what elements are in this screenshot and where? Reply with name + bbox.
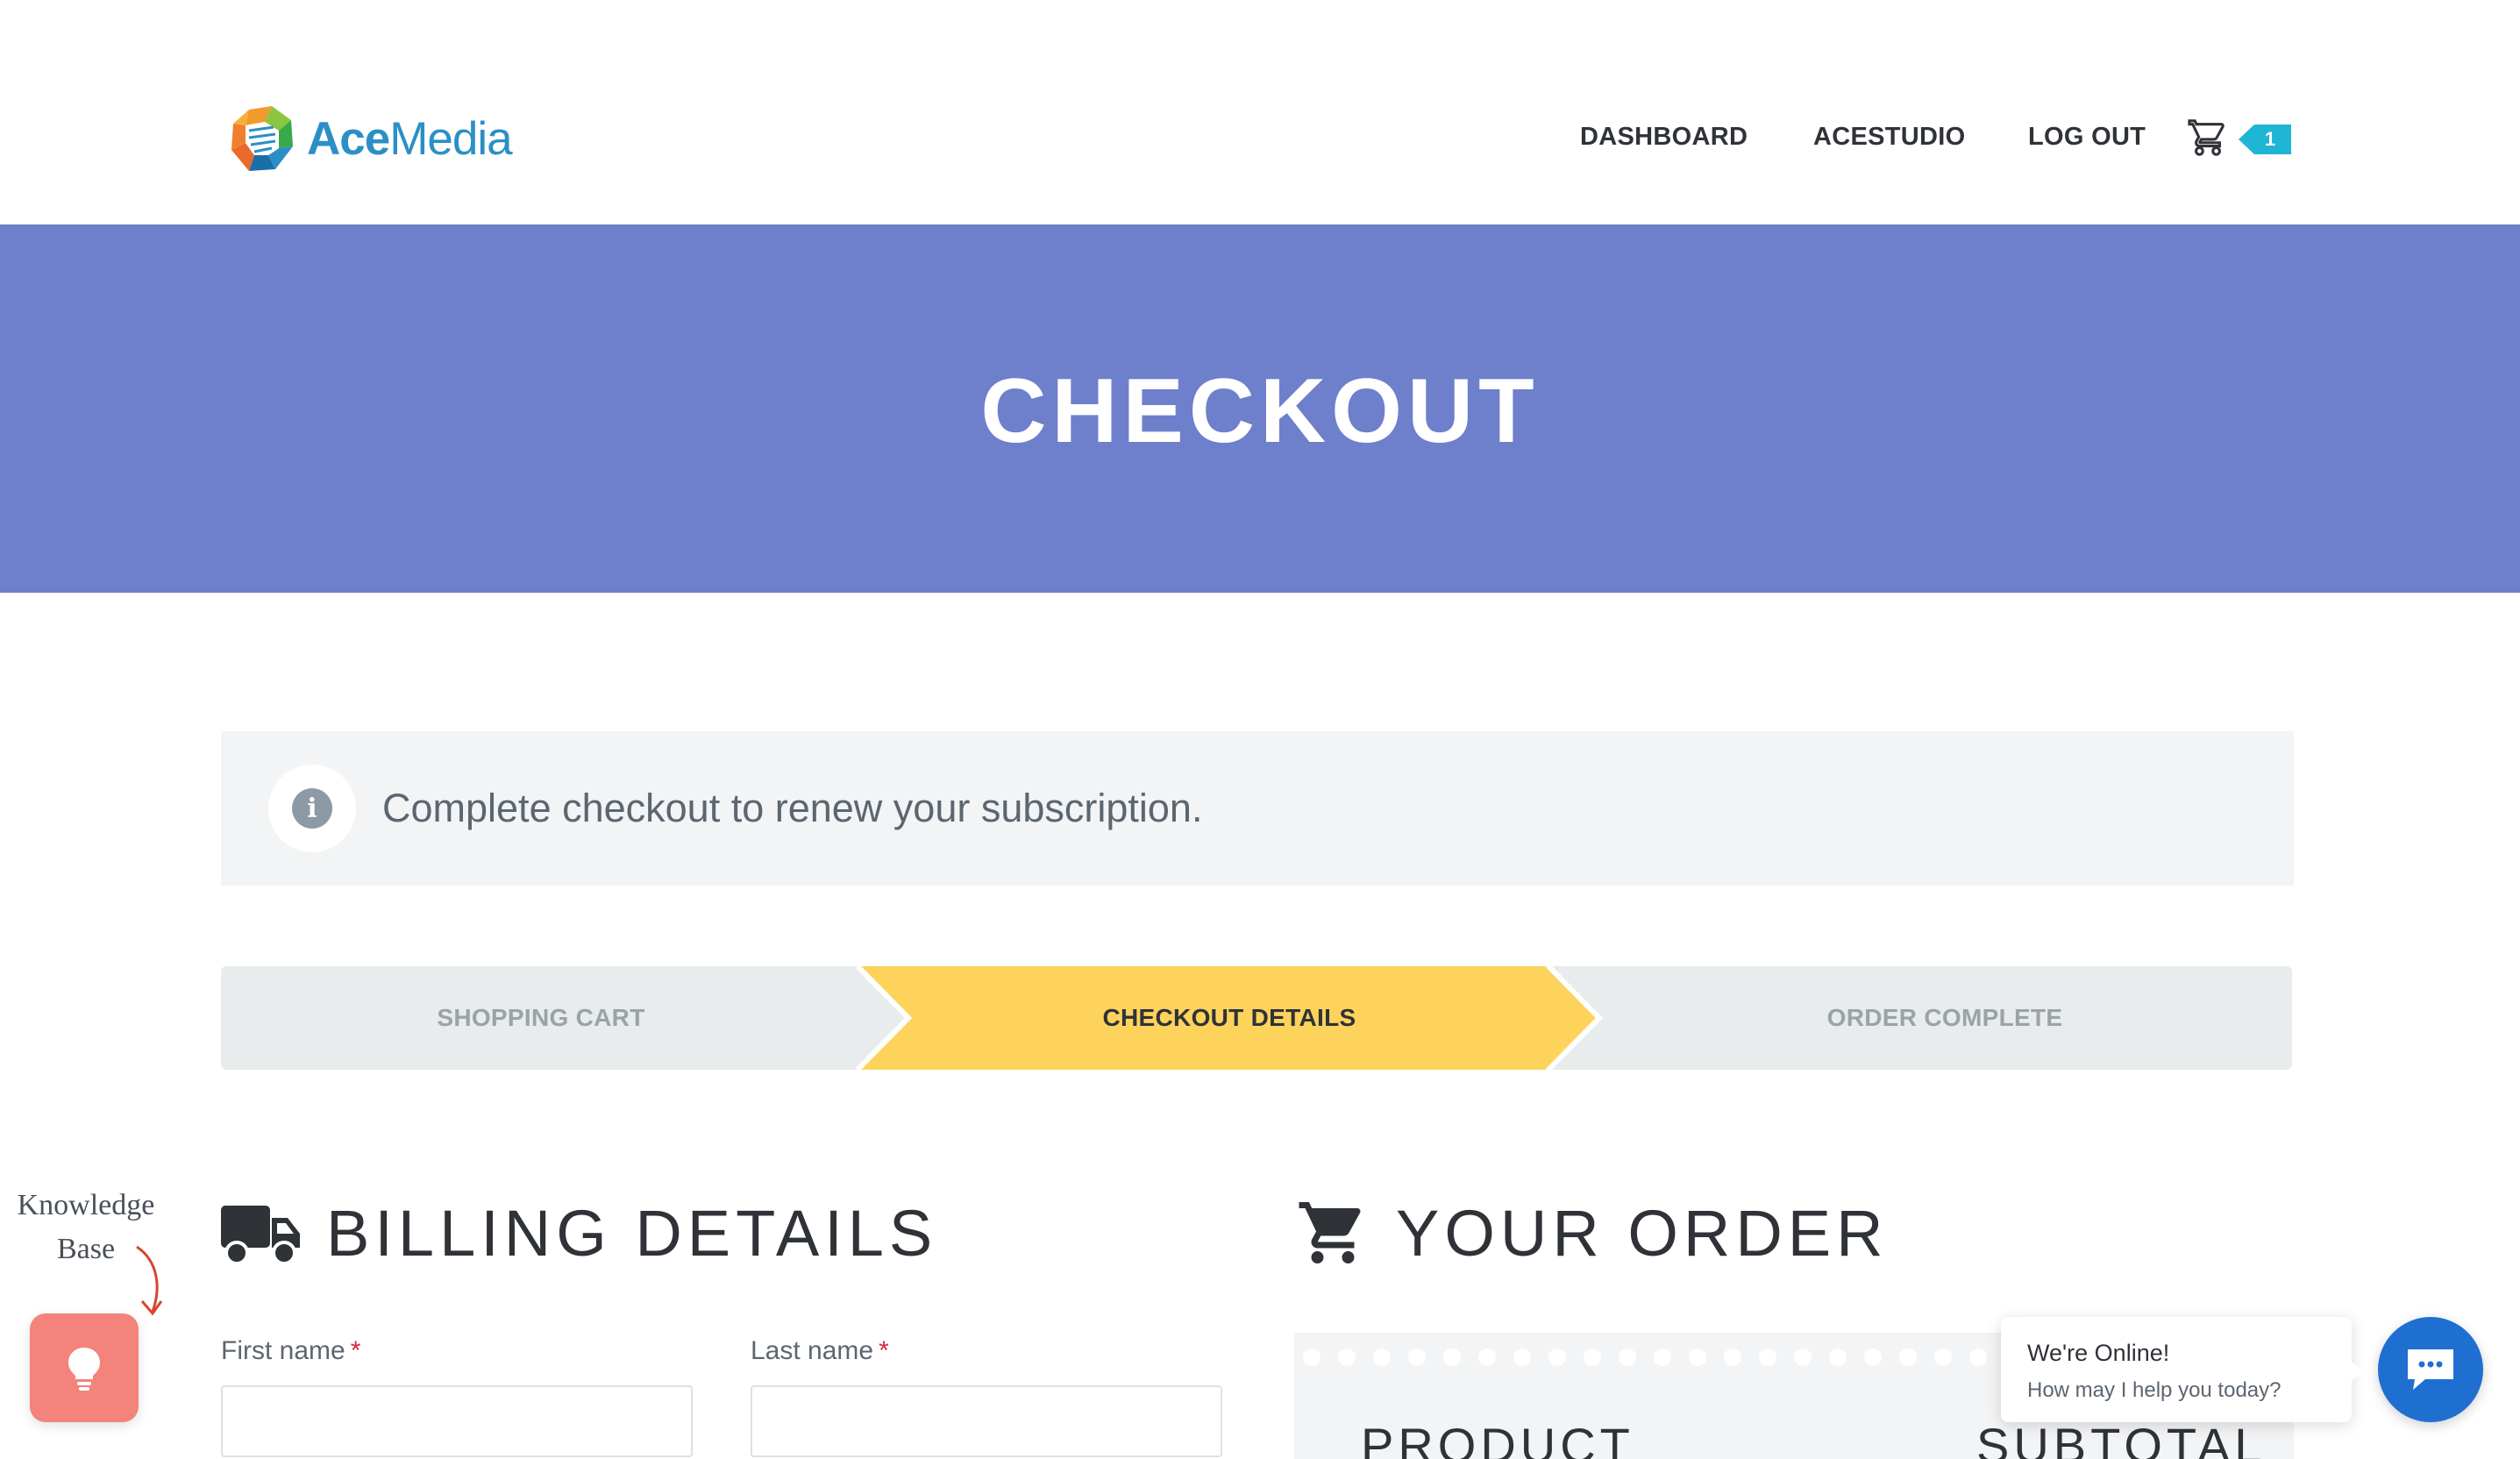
billing-title: BILLING DETAILS bbox=[326, 1196, 938, 1270]
cart-icon bbox=[2188, 119, 2225, 156]
step-checkout-details: CHECKOUT DETAILS bbox=[1102, 1004, 1356, 1031]
last-name-input[interactable] bbox=[751, 1385, 1222, 1457]
first-name-label-text: First name bbox=[221, 1336, 345, 1365]
knowledge-base-label-line1: Knowledge bbox=[17, 1189, 155, 1221]
info-notice: i Complete checkout to renew your subscr… bbox=[221, 731, 2294, 886]
order-heading: YOUR ORDER bbox=[1294, 1189, 1889, 1277]
receipt-dot bbox=[1373, 1349, 1391, 1366]
receipt-dot bbox=[1864, 1349, 1882, 1366]
logo[interactable]: AceMedia bbox=[230, 102, 513, 175]
step-order-complete: ORDER COMPLETE bbox=[1826, 1004, 2063, 1031]
chat-subtitle: How may I help you today? bbox=[2027, 1378, 2282, 1402]
last-name-label-text: Last name bbox=[751, 1336, 874, 1365]
nav-logout[interactable]: LOG OUT bbox=[2028, 123, 2146, 152]
chat-greeting-bubble[interactable]: We're Online! How may I help you today? bbox=[2001, 1317, 2364, 1422]
first-name-input[interactable] bbox=[221, 1385, 693, 1457]
required-marker: * bbox=[879, 1336, 889, 1365]
order-column-subtotal: SUBTOTAL bbox=[1976, 1418, 2267, 1459]
page-banner: CHECKOUT bbox=[0, 224, 2520, 593]
cart-icon bbox=[1299, 1202, 1361, 1263]
chat-icon bbox=[2408, 1349, 2453, 1390]
lightbulb-icon bbox=[68, 1348, 100, 1391]
nav-dashboard[interactable]: DASHBOARD bbox=[1580, 123, 1748, 152]
receipt-dot bbox=[1654, 1349, 1671, 1366]
logo-mark-icon bbox=[231, 106, 293, 171]
info-icon-container: i bbox=[268, 765, 356, 852]
site-header: AceMedia DASHBOARD ACESTUDIO LOG OUT 1 bbox=[0, 0, 2520, 224]
last-name-label: Last name * bbox=[751, 1336, 889, 1366]
billing-heading: BILLING DETAILS bbox=[221, 1189, 937, 1277]
receipt-dot bbox=[1338, 1349, 1356, 1366]
step-shopping-cart[interactable]: SHOPPING CART bbox=[221, 966, 861, 1070]
knowledge-base-button[interactable] bbox=[30, 1313, 139, 1422]
truck-icon bbox=[221, 1206, 300, 1265]
receipt-dot bbox=[1513, 1349, 1531, 1366]
receipt-dot bbox=[1584, 1349, 1601, 1366]
receipt-dot bbox=[1759, 1349, 1776, 1366]
receipt-dot bbox=[1794, 1349, 1812, 1366]
receipt-dot bbox=[1303, 1349, 1321, 1366]
header-cart-button[interactable]: 1 bbox=[2188, 116, 2295, 160]
required-marker: * bbox=[350, 1336, 361, 1365]
cart-count-badge: 1 bbox=[2239, 125, 2291, 154]
chat-title: We're Online! bbox=[2027, 1340, 2170, 1366]
receipt-dot bbox=[1619, 1349, 1636, 1366]
notice-text: Complete checkout to renew your subscrip… bbox=[382, 786, 1203, 830]
page-title: CHECKOUT bbox=[980, 359, 1540, 462]
order-title: YOUR ORDER bbox=[1396, 1196, 1889, 1270]
open-chat-button[interactable] bbox=[2378, 1317, 2483, 1422]
receipt-dot bbox=[1478, 1349, 1496, 1366]
receipt-dot bbox=[1689, 1349, 1706, 1366]
logo-text-ace: Ace bbox=[307, 112, 390, 165]
receipt-dot bbox=[1829, 1349, 1847, 1366]
logo-text-media: Media bbox=[389, 112, 512, 165]
curved-arrow-icon bbox=[136, 1245, 163, 1316]
logo-text: AceMedia bbox=[307, 112, 513, 166]
receipt-dot bbox=[1969, 1349, 1987, 1366]
info-icon: i bbox=[292, 788, 332, 829]
receipt-dot bbox=[1934, 1349, 1952, 1366]
order-column-product: PRODUCT bbox=[1361, 1418, 1634, 1459]
receipt-dot bbox=[1443, 1349, 1461, 1366]
checkout-progress: SHOPPING CART CHECKOUT DETAILS ORDER COM… bbox=[221, 966, 2292, 1070]
receipt-dot bbox=[1408, 1349, 1426, 1366]
nav-acestudio[interactable]: ACESTUDIO bbox=[1813, 123, 1966, 152]
receipt-dot bbox=[1548, 1349, 1566, 1366]
first-name-label: First name * bbox=[221, 1336, 360, 1366]
receipt-dot bbox=[1899, 1349, 1917, 1366]
receipt-dot bbox=[1724, 1349, 1741, 1366]
